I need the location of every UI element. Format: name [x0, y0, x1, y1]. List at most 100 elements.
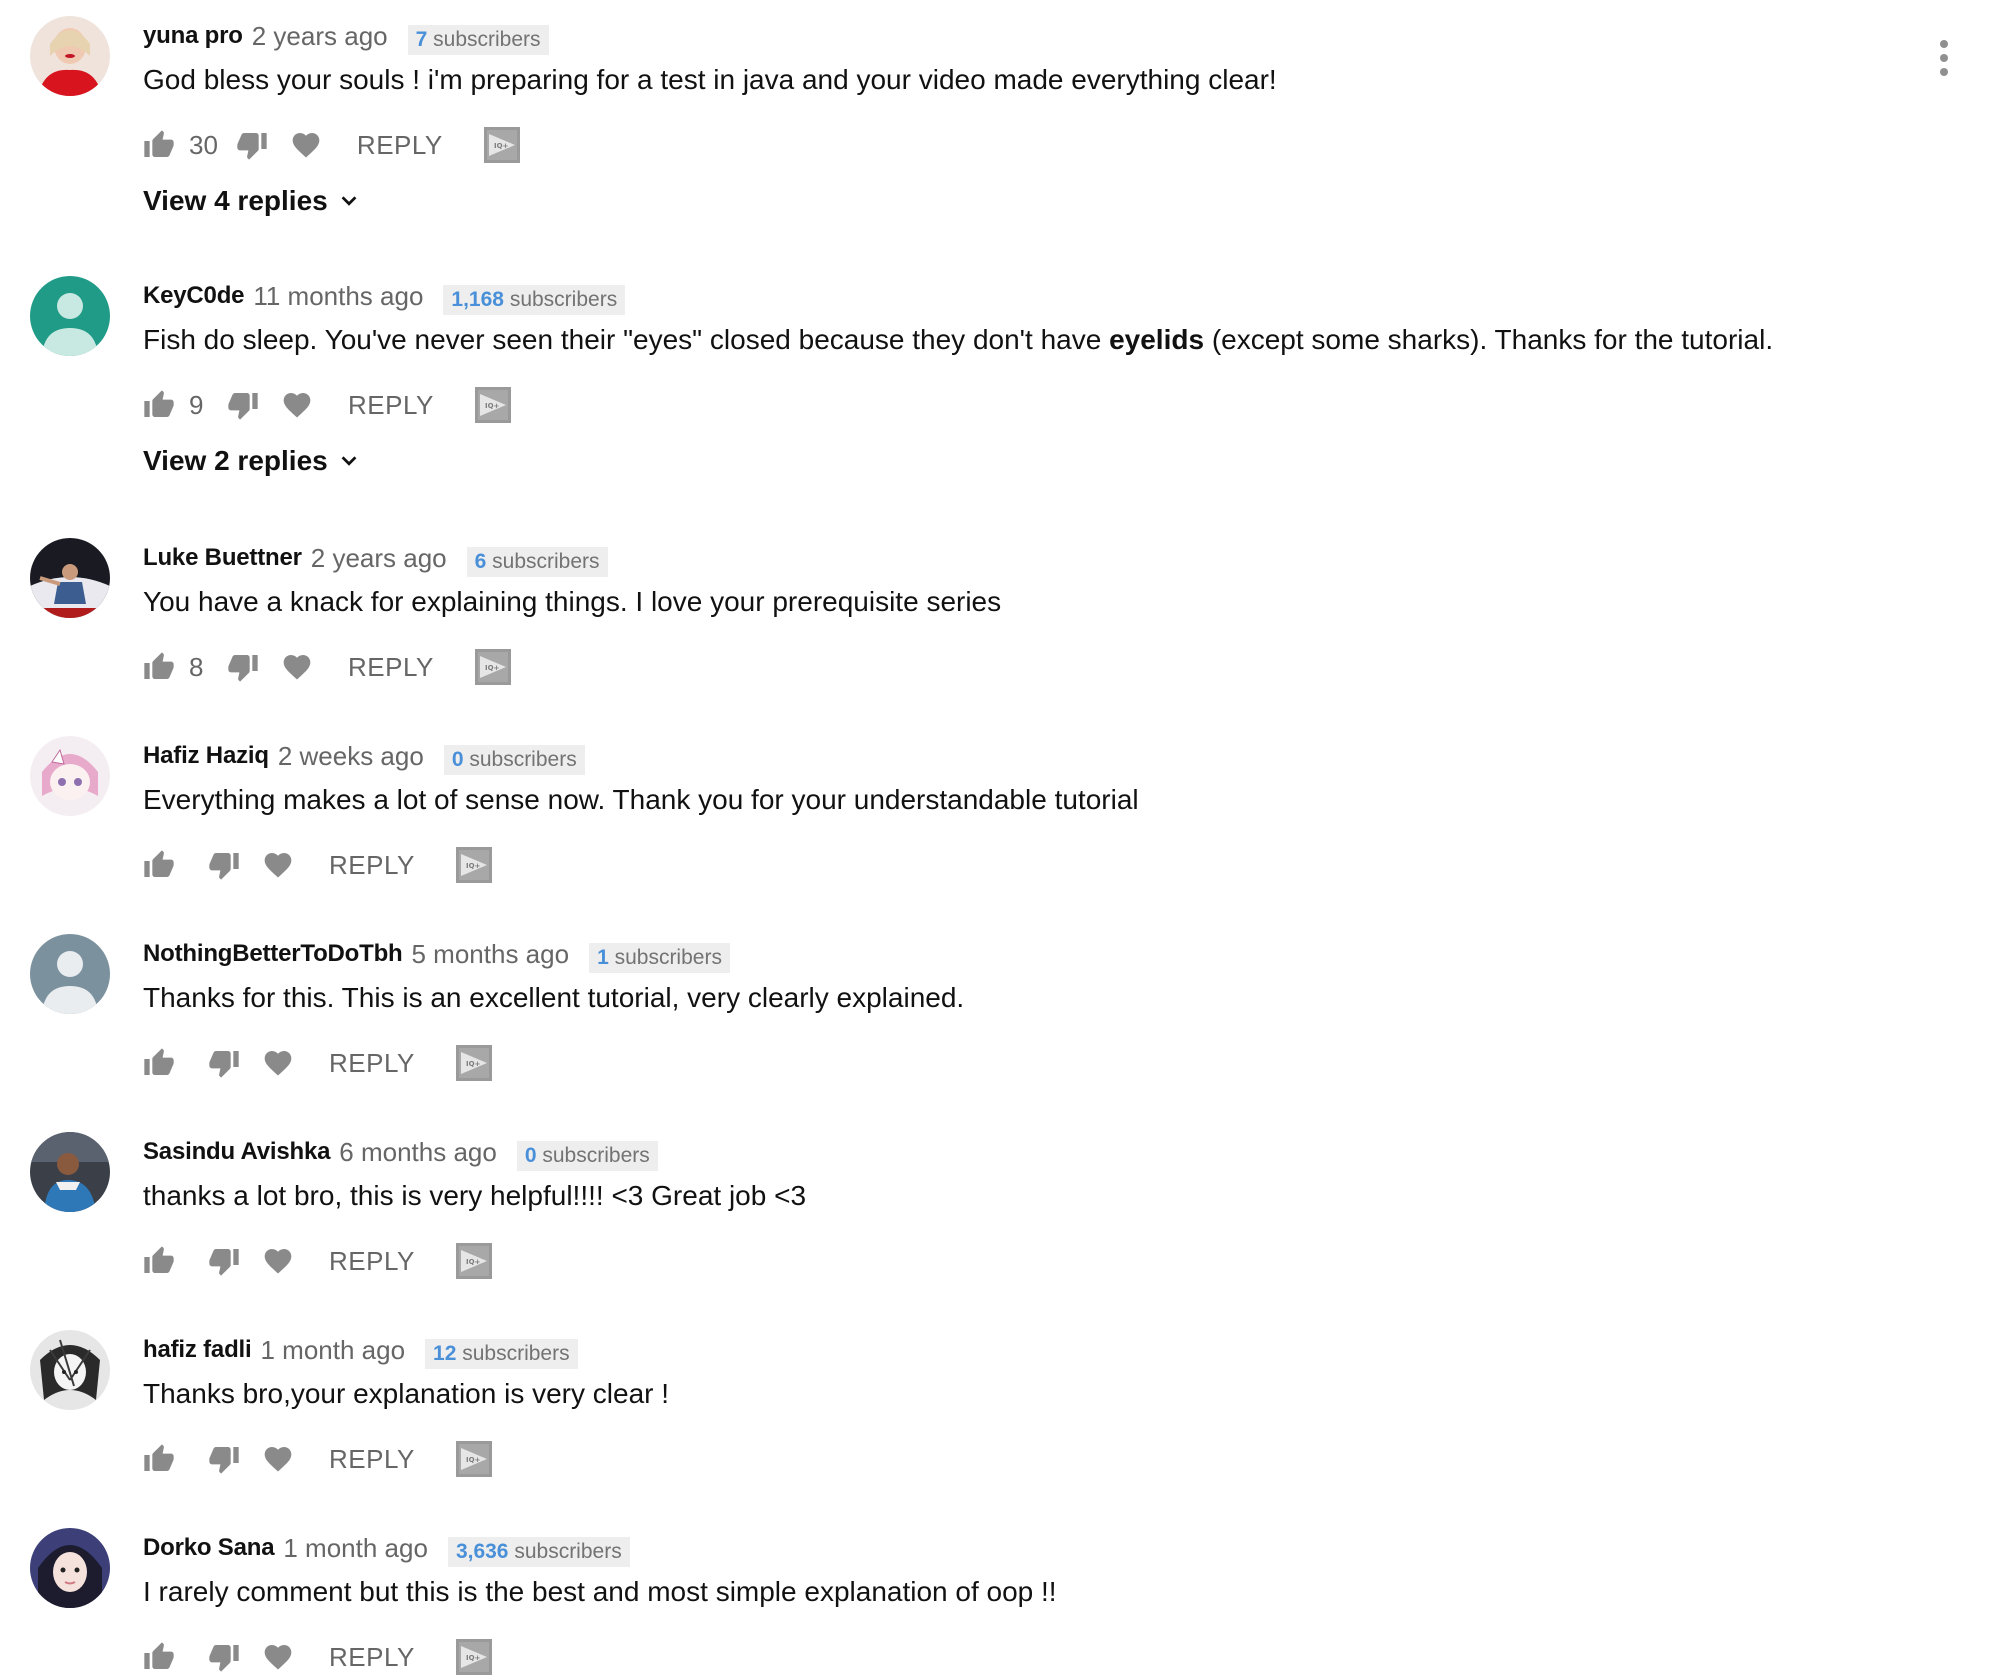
view-replies-button[interactable]: View 2 replies [143, 445, 360, 477]
subscribers-label: subscribers [486, 550, 600, 573]
comment-time[interactable]: 2 years ago [311, 543, 447, 574]
like-count: 30 [189, 129, 218, 160]
heart-icon[interactable] [262, 849, 294, 881]
reply-button[interactable]: REPLY [357, 130, 443, 161]
comment-time[interactable]: 1 month ago [260, 1335, 405, 1366]
reply-button[interactable]: REPLY [329, 1642, 415, 1673]
heart-icon[interactable] [281, 651, 313, 683]
iq-video-icon[interactable] [474, 648, 512, 686]
like-count: 8 [189, 651, 204, 682]
thumbs-down-icon[interactable] [227, 389, 259, 421]
thumbs-down-icon[interactable] [236, 129, 268, 161]
iq-video-icon[interactable] [483, 126, 521, 164]
comment-actions: REPLY [143, 1636, 493, 1678]
thumbs-up-icon[interactable] [143, 129, 175, 161]
heart-icon[interactable] [262, 1641, 294, 1673]
comment-author[interactable]: Hafiz Haziq [143, 742, 269, 770]
thumbs-down-icon[interactable] [208, 1047, 240, 1079]
heart-icon[interactable] [262, 1047, 294, 1079]
view-replies-label: View 2 replies [143, 445, 328, 476]
comment-text-part: Fish do sleep. You've never seen their "… [143, 324, 1110, 355]
comment-author[interactable]: KeyC0de [143, 282, 245, 310]
reply-button[interactable]: REPLY [348, 390, 434, 421]
reply-button[interactable]: REPLY [348, 652, 434, 683]
reply-button[interactable]: REPLY [329, 1048, 415, 1079]
thumbs-up-icon[interactable] [143, 1443, 175, 1475]
comment-time[interactable]: 11 months ago [253, 281, 423, 312]
view-replies-label: View 4 replies [143, 185, 328, 216]
thumbs-down-icon[interactable] [208, 1641, 240, 1673]
comment: KeyC0de 11 months ago 1,168 subscribers … [30, 260, 1950, 476]
comment: Dorko Sana 1 month ago 3,636 subscribers… [30, 1512, 1950, 1670]
avatar[interactable] [30, 1528, 110, 1608]
iq-video-icon[interactable] [455, 1044, 493, 1082]
comment-text-bold: eyelids [1109, 324, 1205, 355]
comment-author[interactable]: Sasindu Avishka [143, 1138, 330, 1166]
heart-icon[interactable] [262, 1245, 294, 1277]
thumbs-down-icon[interactable] [208, 1245, 240, 1277]
subscribers-label: subscribers [427, 28, 541, 51]
subscribers-badge: 6 subscribers [466, 547, 608, 577]
comment-author[interactable]: hafiz fadli [143, 1336, 252, 1364]
iq-video-icon[interactable] [455, 1242, 493, 1280]
thumbs-up-icon[interactable] [143, 651, 175, 683]
subscribers-count: 6 [474, 550, 487, 573]
subscribers-badge: 0 subscribers [443, 745, 585, 775]
comment-author[interactable]: yuna pro [143, 22, 243, 50]
avatar[interactable] [30, 538, 110, 618]
thumbs-up-icon[interactable] [143, 1047, 175, 1079]
subscribers-label: subscribers [503, 288, 618, 311]
comment-time[interactable]: 5 months ago [412, 939, 570, 970]
comment-time[interactable]: 2 weeks ago [278, 741, 424, 772]
comment-actions: REPLY [143, 1240, 493, 1282]
thumbs-down-icon[interactable] [208, 849, 240, 881]
heart-icon[interactable] [262, 1443, 294, 1475]
comment-time[interactable]: 1 month ago [283, 1533, 428, 1564]
thumbs-down-icon[interactable] [208, 1443, 240, 1475]
thumbs-up-icon[interactable] [143, 849, 175, 881]
heart-icon[interactable] [290, 129, 322, 161]
subscribers-count: 0 [451, 748, 464, 771]
comment: NothingBetterToDoTbh 5 months ago 1 subs… [30, 918, 1950, 1088]
comment-text: Fish do sleep. You've never seen their "… [143, 324, 1773, 356]
comment-text: You have a knack for explaining things. … [143, 586, 1002, 617]
iq-video-icon[interactable] [474, 386, 512, 424]
avatar[interactable] [30, 276, 110, 356]
comment: yuna pro 2 years ago 7 subscribers God b… [30, 0, 1950, 216]
subscribers-count: 1 [597, 946, 609, 969]
comment-actions: REPLY [143, 844, 493, 886]
comment-time[interactable]: 6 months ago [339, 1137, 497, 1168]
thumbs-up-icon[interactable] [143, 389, 175, 421]
subscribers-badge: 3,636 subscribers [447, 1537, 630, 1567]
subscribers-label: subscribers [536, 1144, 650, 1167]
comment: Luke Buettner 2 years ago 6 subscribers … [30, 522, 1950, 692]
thumbs-down-icon[interactable] [227, 651, 259, 683]
thumbs-up-icon[interactable] [143, 1245, 175, 1277]
reply-button[interactable]: REPLY [329, 1246, 415, 1277]
iq-video-icon[interactable] [455, 1440, 493, 1478]
avatar[interactable] [30, 1132, 110, 1212]
heart-icon[interactable] [281, 389, 313, 421]
comment-author[interactable]: NothingBetterToDoTbh [143, 940, 403, 968]
avatar[interactable] [30, 16, 110, 96]
view-replies-button[interactable]: View 4 replies [143, 185, 360, 217]
comment-actions: 8 REPLY [143, 646, 512, 688]
comment-author[interactable]: Dorko Sana [143, 1534, 275, 1562]
thumbs-up-icon[interactable] [143, 1641, 175, 1673]
comment-time[interactable]: 2 years ago [252, 21, 388, 52]
avatar[interactable] [30, 934, 110, 1014]
subscribers-count: 1,168 [451, 288, 504, 311]
reply-button[interactable]: REPLY [329, 850, 415, 881]
more-vertical-icon[interactable] [1938, 38, 1950, 78]
comment-author[interactable]: Luke Buettner [143, 544, 302, 572]
subscribers-badge: 0 subscribers [516, 1141, 658, 1171]
reply-button[interactable]: REPLY [329, 1444, 415, 1475]
iq-video-icon[interactable] [455, 1638, 493, 1676]
avatar[interactable] [30, 736, 110, 816]
iq-video-icon[interactable] [455, 846, 493, 884]
avatar[interactable] [30, 1330, 110, 1410]
comment-text: I rarely comment but this is the best an… [143, 1576, 1057, 1607]
chevron-down-icon [338, 190, 360, 212]
comment-text: Everything makes a lot of sense now. Tha… [143, 784, 1139, 815]
comment: hafiz fadli 1 month ago 12 subscribers T… [30, 1314, 1950, 1484]
